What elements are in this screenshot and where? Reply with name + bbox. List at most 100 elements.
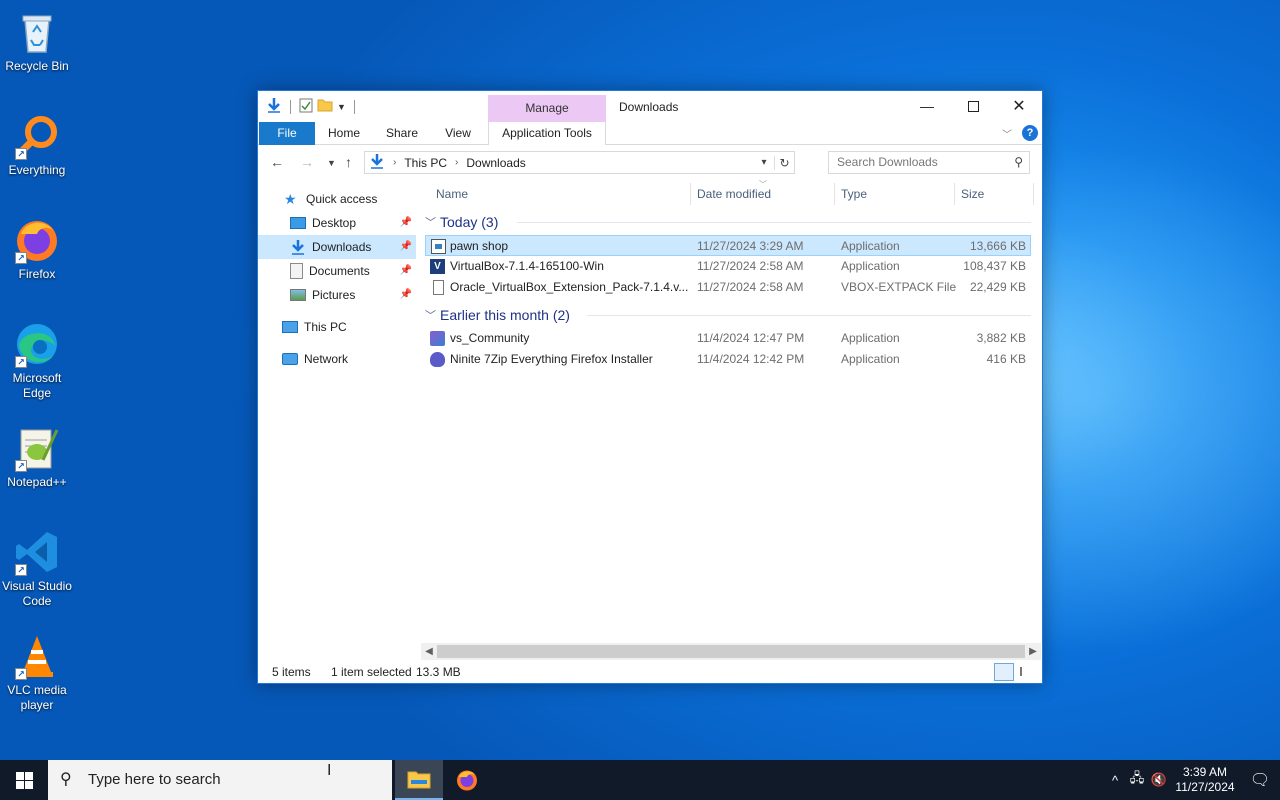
- taskbar-search-box[interactable]: ⚲ Type here to search: [48, 760, 392, 800]
- file-row[interactable]: Oracle_VirtualBox_Extension_Pack-7.1.4.v…: [425, 277, 1031, 298]
- group-header-today[interactable]: ﹀ Today (3): [425, 209, 1031, 235]
- desktop-icon-edge[interactable]: ↗ Microsoft Edge: [0, 320, 74, 401]
- search-icon: ⚲: [1014, 155, 1023, 169]
- tab-application-tools[interactable]: Application Tools: [488, 122, 606, 145]
- desktop-icon-recycle-bin[interactable]: Recycle Bin: [0, 8, 74, 74]
- file-row[interactable]: V VirtualBox-7.1.4-165100-Win 11/27/2024…: [425, 256, 1031, 277]
- address-dropdown-icon[interactable]: ▾: [754, 157, 774, 168]
- address-bar[interactable]: › This PC › Downloads ▾ ↻: [364, 151, 795, 174]
- column-divider[interactable]: [954, 183, 955, 205]
- forward-arrow-icon[interactable]: →: [300, 154, 314, 170]
- nav-network[interactable]: Network: [258, 347, 416, 371]
- desktop-icon-vlc[interactable]: ↗ VLC media player: [0, 632, 74, 713]
- file-type: Application: [841, 239, 900, 253]
- scroll-left-arrow-icon[interactable]: ◀: [421, 643, 437, 660]
- tab-share[interactable]: Share: [380, 122, 424, 145]
- nav-label: Desktop: [312, 216, 357, 230]
- app-window-icon: [431, 239, 446, 254]
- shortcut-arrow-icon: ↗: [15, 252, 27, 264]
- taskbar-firefox[interactable]: [443, 760, 491, 800]
- desktop-icon-firefox[interactable]: ↗ Firefox: [0, 216, 74, 282]
- up-arrow-icon[interactable]: ↑: [345, 154, 352, 170]
- breadcrumb-chevron-icon: ›: [455, 157, 459, 168]
- title-bar[interactable]: ▼ Manage Downloads — ✕: [258, 91, 1042, 122]
- desktop-icon-label: Recycle Bin: [5, 59, 69, 73]
- customize-toolbar-icon[interactable]: ▼: [337, 102, 346, 112]
- details-view-button[interactable]: [994, 663, 1014, 681]
- file-date: 11/27/2024 2:58 AM: [697, 259, 804, 273]
- file-row[interactable]: vs_Community 11/4/2024 12:47 PM Applicat…: [425, 328, 1031, 349]
- volume-muted-icon[interactable]: 🔇: [1148, 772, 1170, 788]
- column-type[interactable]: Type: [841, 187, 867, 201]
- maximize-icon: [967, 100, 979, 112]
- status-selected: 1 item selected: [331, 665, 412, 679]
- large-icons-view-icon: [1020, 667, 1022, 676]
- pin-icon: 📌: [399, 289, 412, 300]
- file-size: 13,666 KB: [969, 239, 1026, 253]
- column-divider[interactable]: [1033, 183, 1034, 205]
- file-date: 11/27/2024 3:29 AM: [697, 239, 804, 253]
- nav-downloads[interactable]: Downloads 📌: [258, 235, 416, 259]
- group-header-earlier-this-month[interactable]: ﹀ Earlier this month (2): [425, 302, 1031, 328]
- breadcrumb-this-pc[interactable]: This PC: [404, 156, 447, 170]
- column-divider[interactable]: [690, 183, 691, 205]
- notifications-icon[interactable]: 🗨: [1240, 770, 1280, 790]
- nav-this-pc[interactable]: This PC: [258, 315, 416, 339]
- desktop-icon-everything[interactable]: ↗ Everything: [0, 112, 74, 178]
- desktop-icon-notepadpp[interactable]: ↗ Notepad++: [0, 424, 74, 490]
- everything-search-icon: ↗: [13, 112, 61, 160]
- column-headers: Name Date modified ﹀ Type Size: [425, 179, 1034, 209]
- expand-ribbon-icon[interactable]: ﹀: [1002, 126, 1012, 141]
- network-icon: [282, 353, 298, 365]
- sort-chevron-icon: ﹀: [759, 180, 767, 189]
- nav-documents[interactable]: Documents 📌: [258, 259, 416, 283]
- window-title: Downloads: [619, 100, 679, 114]
- status-bar: 5 items 1 item selected 13.3 MB: [258, 661, 1042, 683]
- clock[interactable]: 3:39 AM 11/27/2024: [1170, 765, 1240, 795]
- manage-tab[interactable]: Manage: [488, 95, 606, 122]
- taskbar-file-explorer[interactable]: [395, 760, 443, 800]
- scrollbar-thumb[interactable]: [437, 645, 1025, 658]
- new-folder-icon[interactable]: [317, 98, 333, 115]
- nav-quick-access[interactable]: ★ Quick access: [258, 187, 416, 211]
- nav-pictures[interactable]: Pictures 📌: [258, 283, 416, 307]
- network-icon[interactable]: 🖧: [1126, 769, 1148, 791]
- tab-file[interactable]: File: [259, 122, 315, 145]
- file-name: VirtualBox-7.1.4-165100-Win: [450, 259, 604, 273]
- column-size[interactable]: Size: [961, 187, 984, 201]
- breadcrumb-downloads[interactable]: Downloads: [466, 156, 525, 170]
- download-arrow-icon[interactable]: [266, 97, 282, 116]
- large-icons-view-button[interactable]: [1016, 663, 1036, 681]
- explorer-window: ▼ Manage Downloads — ✕ File Home Share V…: [257, 90, 1043, 684]
- downloads-folder-icon: [290, 239, 306, 255]
- file-type: VBOX-EXTPACK File: [841, 280, 957, 294]
- pin-icon: 📌: [399, 217, 412, 228]
- properties-icon[interactable]: [299, 98, 313, 116]
- group-title: Earlier this month (2): [440, 307, 570, 323]
- search-input[interactable]: Search Downloads ⚲: [828, 151, 1030, 174]
- back-arrow-icon[interactable]: ←: [270, 154, 284, 170]
- maximize-button[interactable]: [950, 91, 996, 121]
- navigation-bar: ← → ▼ ↑ › This PC › Downloads ▾ ↻ Search…: [258, 149, 1042, 177]
- scroll-right-arrow-icon[interactable]: ▶: [1025, 643, 1041, 660]
- file-row[interactable]: pawn shop 11/27/2024 3:29 AM Application…: [425, 235, 1031, 256]
- column-divider[interactable]: [834, 183, 835, 205]
- tab-view[interactable]: View: [438, 122, 478, 145]
- help-icon[interactable]: ?: [1022, 125, 1038, 141]
- close-button[interactable]: ✕: [996, 91, 1042, 121]
- file-row[interactable]: Ninite 7Zip Everything Firefox Installer…: [425, 349, 1031, 370]
- tab-home[interactable]: Home: [322, 122, 366, 145]
- nav-desktop[interactable]: Desktop 📌: [258, 211, 416, 235]
- recent-locations-icon[interactable]: ▼: [327, 158, 336, 168]
- show-hidden-icons-chevron-icon[interactable]: ^: [1104, 773, 1126, 788]
- refresh-icon[interactable]: ↻: [774, 155, 794, 170]
- desktop-icon-vscode[interactable]: ↗ Visual Studio Code: [0, 528, 74, 609]
- minimize-button[interactable]: —: [904, 91, 950, 121]
- file-name: vs_Community: [450, 331, 530, 345]
- column-name[interactable]: Name: [436, 187, 468, 201]
- windows-logo-icon: [15, 771, 33, 789]
- clock-time: 3:39 AM: [1182, 765, 1228, 779]
- horizontal-scrollbar[interactable]: ◀ ▶: [421, 643, 1041, 660]
- taskbar-search-placeholder: Type here to search: [88, 771, 221, 788]
- start-button[interactable]: [0, 760, 48, 800]
